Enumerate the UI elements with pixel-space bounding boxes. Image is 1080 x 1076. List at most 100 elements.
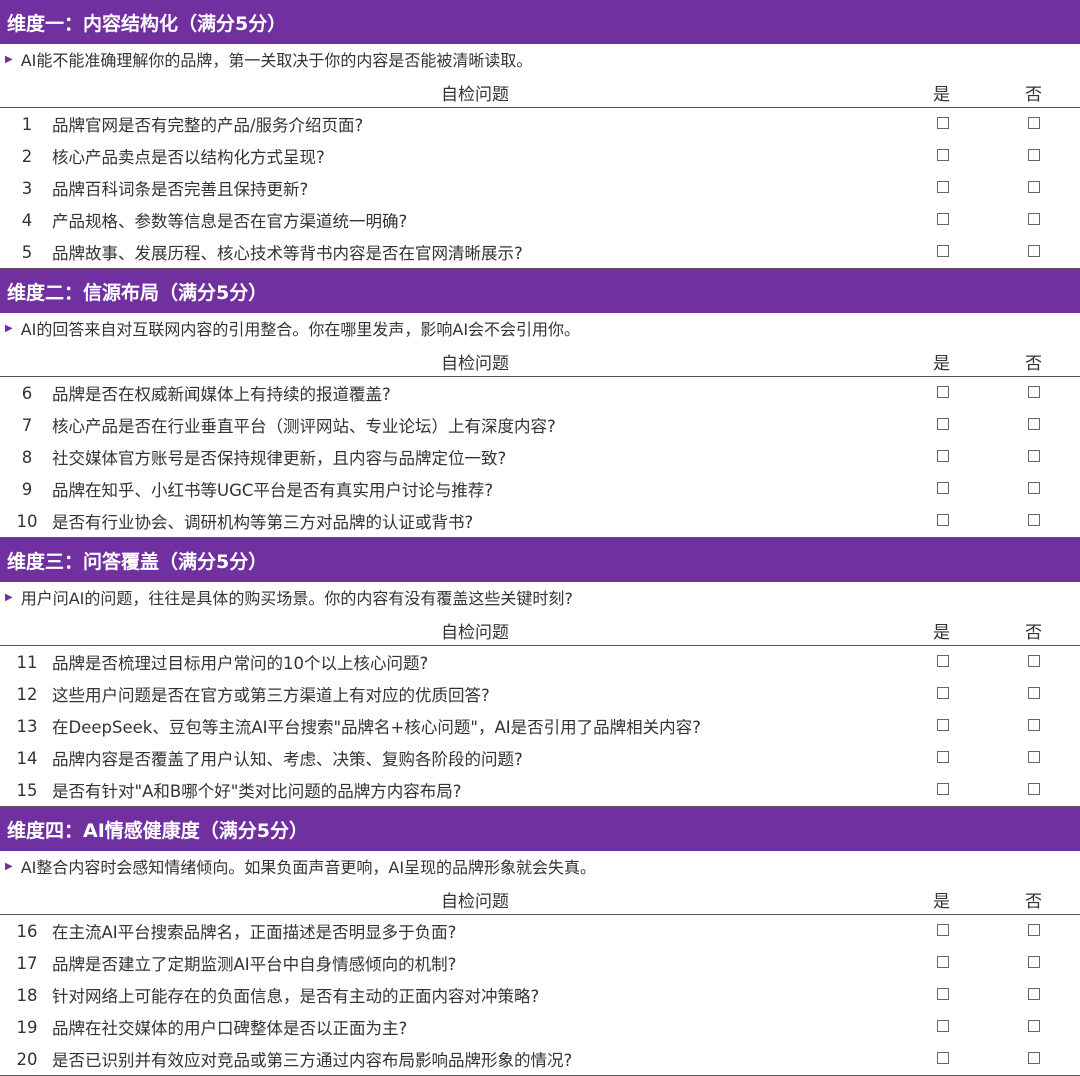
question-text: 是否有行业协会、调研机构等第三方对品牌的认证或背书? bbox=[52, 513, 474, 532]
question-text: 品牌内容是否覆盖了用户认知、考虑、决策、复购各阶段的问题? bbox=[52, 750, 523, 769]
table-header: 自检问题 是 否 bbox=[0, 74, 1080, 108]
no-checkbox[interactable] bbox=[1028, 655, 1040, 667]
question-text: 品牌故事、发展历程、核心技术等背书内容是否在官网清晰展示? bbox=[52, 244, 523, 263]
column-header-question: 自检问题 bbox=[441, 85, 509, 105]
question-number: 20 bbox=[16, 1049, 38, 1069]
yes-checkbox[interactable] bbox=[937, 386, 949, 398]
no-checkbox[interactable] bbox=[1028, 1020, 1040, 1032]
no-checkbox[interactable] bbox=[1028, 988, 1040, 1000]
question-number: 8 bbox=[21, 447, 33, 467]
question-text: 在DeepSeek、豆包等主流AI平台搜索"品牌名+核心问题"，AI是否引用了品… bbox=[52, 718, 701, 737]
section-intro: ▶ AI整合内容时会感知情绪倾向。如果负面声音更响，AI呈现的品牌形象就会失真。 bbox=[0, 851, 1080, 881]
question-row: 18 针对网络上可能存在的负面信息，是否有主动的正面内容对冲策略? bbox=[0, 979, 1080, 1011]
no-checkbox[interactable] bbox=[1028, 924, 1040, 936]
question-number: 3 bbox=[21, 178, 33, 198]
column-header-yes: 是 bbox=[933, 892, 950, 912]
question-number: 14 bbox=[16, 748, 38, 768]
section-intro: ▶ 用户问AI的问题，往往是具体的购买场景。你的内容有没有覆盖这些关键时刻? bbox=[0, 582, 1080, 612]
yes-checkbox[interactable] bbox=[937, 117, 949, 129]
yes-checkbox[interactable] bbox=[937, 149, 949, 161]
yes-checkbox[interactable] bbox=[937, 687, 949, 699]
dimension-section: 维度二：信源布局（满分5分） ▶ AI的回答来自对互联网内容的引用整合。你在哪里发声… bbox=[0, 269, 1080, 538]
no-checkbox[interactable] bbox=[1028, 450, 1040, 462]
no-checkbox[interactable] bbox=[1028, 687, 1040, 699]
question-number: 11 bbox=[16, 652, 38, 672]
question-row: 14 品牌内容是否覆盖了用户认知、考虑、决策、复购各阶段的问题? bbox=[0, 742, 1080, 774]
section-intro: ▶ AI能不能准确理解你的品牌，第一关取决于你的内容是否能被清晰读取。 bbox=[0, 44, 1080, 74]
question-row: 9 品牌在知乎、小红书等UGC平台是否有真实用户讨论与推荐? bbox=[0, 473, 1080, 505]
question-row: 4 产品规格、参数等信息是否在官方渠道统一明确? bbox=[0, 204, 1080, 236]
question-row: 1 品牌官网是否有完整的产品/服务介绍页面? bbox=[0, 108, 1080, 140]
question-text: 品牌是否在权威新闻媒体上有持续的报道覆盖? bbox=[52, 385, 391, 404]
yes-checkbox[interactable] bbox=[937, 1052, 949, 1064]
table-header: 自检问题 是 否 bbox=[0, 612, 1080, 646]
yes-checkbox[interactable] bbox=[937, 719, 949, 731]
question-number: 4 bbox=[21, 210, 33, 230]
question-row: 15 是否有针对"A和B哪个好"类对比问题的品牌方内容布局? bbox=[0, 774, 1080, 806]
yes-checkbox[interactable] bbox=[937, 988, 949, 1000]
yes-checkbox[interactable] bbox=[937, 482, 949, 494]
question-row: 6 品牌是否在权威新闻媒体上有持续的报道覆盖? bbox=[0, 377, 1080, 409]
column-header-question: 自检问题 bbox=[441, 892, 509, 912]
yes-checkbox[interactable] bbox=[937, 1020, 949, 1032]
yes-checkbox[interactable] bbox=[937, 655, 949, 667]
no-checkbox[interactable] bbox=[1028, 386, 1040, 398]
no-checkbox[interactable] bbox=[1028, 245, 1040, 257]
question-text: 品牌官网是否有完整的产品/服务介绍页面? bbox=[52, 116, 364, 135]
yes-checkbox[interactable] bbox=[937, 213, 949, 225]
yes-checkbox[interactable] bbox=[937, 924, 949, 936]
no-checkbox[interactable] bbox=[1028, 1052, 1040, 1064]
no-checkbox[interactable] bbox=[1028, 719, 1040, 731]
question-number: 7 bbox=[21, 415, 33, 435]
no-checkbox[interactable] bbox=[1028, 418, 1040, 430]
column-header-no: 否 bbox=[1025, 85, 1042, 105]
yes-checkbox[interactable] bbox=[937, 245, 949, 257]
question-number: 6 bbox=[21, 383, 33, 403]
section-title: 维度四：AI情感健康度（满分5分） bbox=[0, 807, 1080, 851]
question-row: 19 品牌在社交媒体的用户口碑整体是否以正面为主? bbox=[0, 1011, 1080, 1043]
yes-checkbox[interactable] bbox=[937, 783, 949, 795]
question-number: 17 bbox=[16, 953, 38, 973]
yes-checkbox[interactable] bbox=[937, 956, 949, 968]
intro-text: AI整合内容时会感知情绪倾向。如果负面声音更响，AI呈现的品牌形象就会失真。 bbox=[20, 858, 597, 877]
question-text: 是否有针对"A和B哪个好"类对比问题的品牌方内容布局? bbox=[52, 782, 462, 801]
yes-checkbox[interactable] bbox=[937, 751, 949, 763]
no-checkbox[interactable] bbox=[1028, 751, 1040, 763]
question-row: 5 品牌故事、发展历程、核心技术等背书内容是否在官网清晰展示? bbox=[0, 236, 1080, 268]
column-header-yes: 是 bbox=[933, 623, 950, 643]
no-checkbox[interactable] bbox=[1028, 482, 1040, 494]
no-checkbox[interactable] bbox=[1028, 149, 1040, 161]
dimension-section: 维度一：内容结构化（满分5分） ▶ AI能不能准确理解你的品牌，第一关取决于你的内容… bbox=[0, 0, 1080, 269]
question-row: 20 是否已识别并有效应对竞品或第三方通过内容布局影响品牌形象的情况? bbox=[0, 1043, 1080, 1075]
question-list: 11 品牌是否梳理过目标用户常问的10个以上核心问题? 12 这些用户问题是否在官方或… bbox=[0, 646, 1080, 807]
dimension-section: 维度三：问答覆盖（满分5分） ▶ 用户问AI的问题，往往是具体的购买场景。你的内容有… bbox=[0, 538, 1080, 807]
question-number: 13 bbox=[16, 716, 38, 736]
question-list: 16 在主流AI平台搜索品牌名，正面描述是否明显多于负面? 17 品牌是否建立了定期监… bbox=[0, 915, 1080, 1076]
no-checkbox[interactable] bbox=[1028, 181, 1040, 193]
section-title: 维度一：内容结构化（满分5分） bbox=[0, 0, 1080, 44]
column-header-yes: 是 bbox=[933, 85, 950, 105]
no-checkbox[interactable] bbox=[1028, 117, 1040, 129]
question-number: 5 bbox=[21, 242, 33, 262]
no-checkbox[interactable] bbox=[1028, 514, 1040, 526]
checklist-document: 维度一：内容结构化（满分5分） ▶ AI能不能准确理解你的品牌，第一关取决于你的内容… bbox=[0, 0, 1080, 1076]
question-text: 品牌在社交媒体的用户口碑整体是否以正面为主? bbox=[52, 1019, 408, 1038]
no-checkbox[interactable] bbox=[1028, 213, 1040, 225]
dimension-section: 维度四：AI情感健康度（满分5分） ▶ AI整合内容时会感知情绪倾向。如果负面声音更… bbox=[0, 807, 1080, 1076]
question-row: 2 核心产品卖点是否以结构化方式呈现? bbox=[0, 140, 1080, 172]
question-number: 12 bbox=[16, 684, 38, 704]
column-header-yes: 是 bbox=[933, 354, 950, 374]
question-number: 1 bbox=[21, 114, 33, 134]
yes-checkbox[interactable] bbox=[937, 418, 949, 430]
question-row: 17 品牌是否建立了定期监测AI平台中自身情感倾向的机制? bbox=[0, 947, 1080, 979]
yes-checkbox[interactable] bbox=[937, 514, 949, 526]
question-text: 这些用户问题是否在官方或第三方渠道上有对应的优质回答? bbox=[52, 686, 490, 705]
table-header: 自检问题 是 否 bbox=[0, 343, 1080, 377]
column-header-question: 自检问题 bbox=[441, 354, 509, 374]
yes-checkbox[interactable] bbox=[937, 181, 949, 193]
question-row: 12 这些用户问题是否在官方或第三方渠道上有对应的优质回答? bbox=[0, 678, 1080, 710]
section-title: 维度三：问答覆盖（满分5分） bbox=[0, 538, 1080, 582]
no-checkbox[interactable] bbox=[1028, 956, 1040, 968]
no-checkbox[interactable] bbox=[1028, 783, 1040, 795]
yes-checkbox[interactable] bbox=[937, 450, 949, 462]
